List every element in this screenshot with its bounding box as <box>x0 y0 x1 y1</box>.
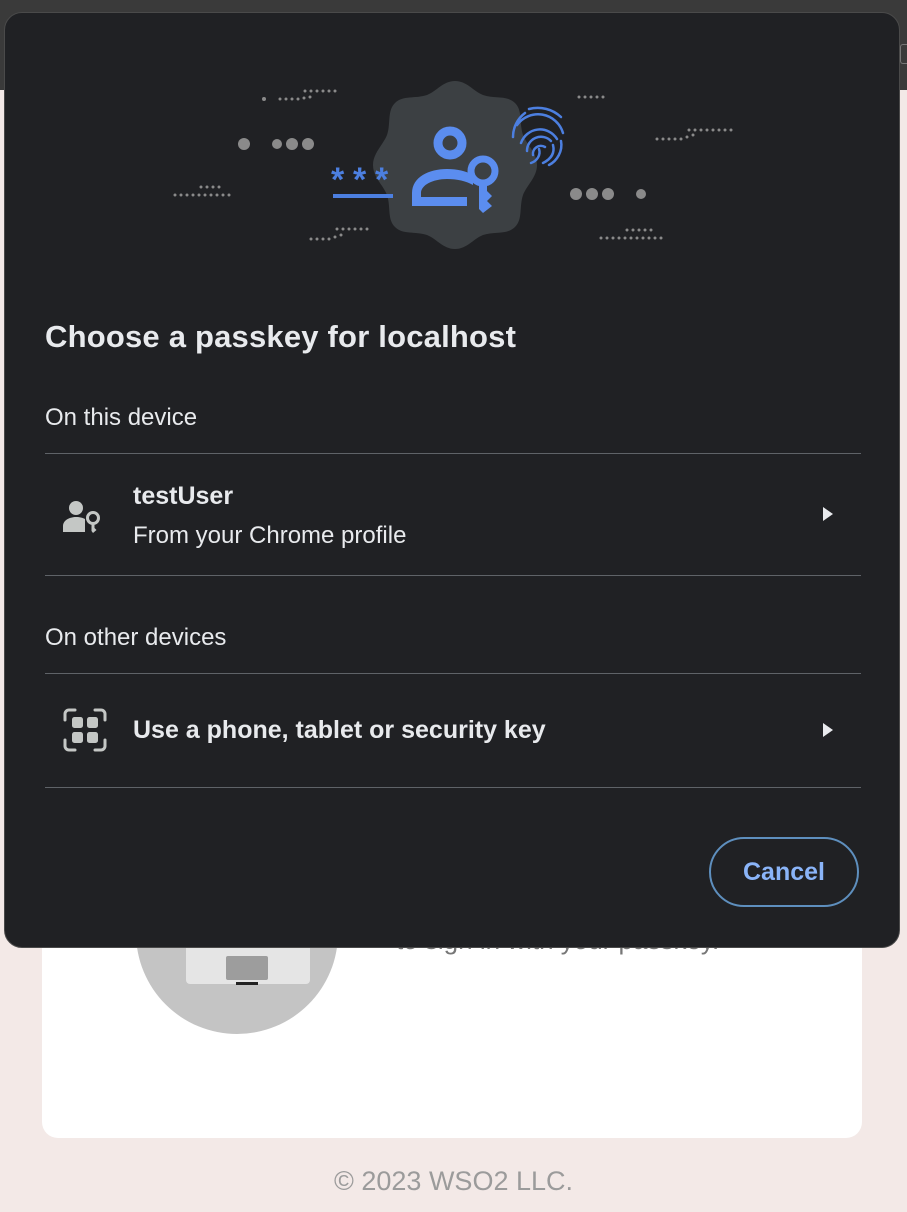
person-key-icon <box>63 501 100 533</box>
chevron-right-icon <box>823 723 833 737</box>
svg-text:*: * <box>375 161 389 199</box>
passkey-hero-illustration: * * * <box>173 81 733 249</box>
browser-edge-control <box>900 44 907 64</box>
divider <box>45 787 861 788</box>
svg-text:*: * <box>331 161 345 199</box>
footer-copyright: © 2023 WSO2 LLC. <box>333 1166 573 1196</box>
password-asterisks: * * * <box>331 161 389 199</box>
dots-right-bottom <box>599 228 663 240</box>
use-other-device-label: Use a phone, tablet or security key <box>133 716 546 744</box>
dots-left-top <box>262 89 337 101</box>
laptop-notch <box>236 982 258 985</box>
svg-text:*: * <box>353 161 367 199</box>
dots-left-bottom <box>309 227 369 241</box>
laptop-trackpad <box>226 956 268 980</box>
dots-right-top <box>577 95 605 99</box>
passkey-dialog: * * * Choose a passkey for localhost On th… <box>4 12 900 948</box>
section-label-this-device: On this device <box>45 404 198 431</box>
password-underline <box>333 194 393 198</box>
badge-shape <box>373 81 537 249</box>
dialog-title: Choose a passkey for localhost <box>45 319 517 354</box>
dots-right-mid <box>655 128 733 141</box>
passkey-username: testUser <box>133 482 234 510</box>
qr-scan-icon <box>63 708 107 752</box>
chevron-right-icon <box>823 507 833 521</box>
dots-left-mid <box>238 138 314 150</box>
cancel-button[interactable]: Cancel <box>709 837 859 907</box>
passkey-source: From your Chrome profile <box>133 522 407 549</box>
use-other-device-option[interactable]: Use a phone, tablet or security key <box>45 674 861 787</box>
divider <box>45 575 861 576</box>
dots-left-low <box>173 185 231 197</box>
passkey-item-testuser[interactable]: testUser From your Chrome profile <box>45 454 861 575</box>
dots-right-dots <box>570 188 646 200</box>
section-label-other-devices: On other devices <box>45 624 227 651</box>
